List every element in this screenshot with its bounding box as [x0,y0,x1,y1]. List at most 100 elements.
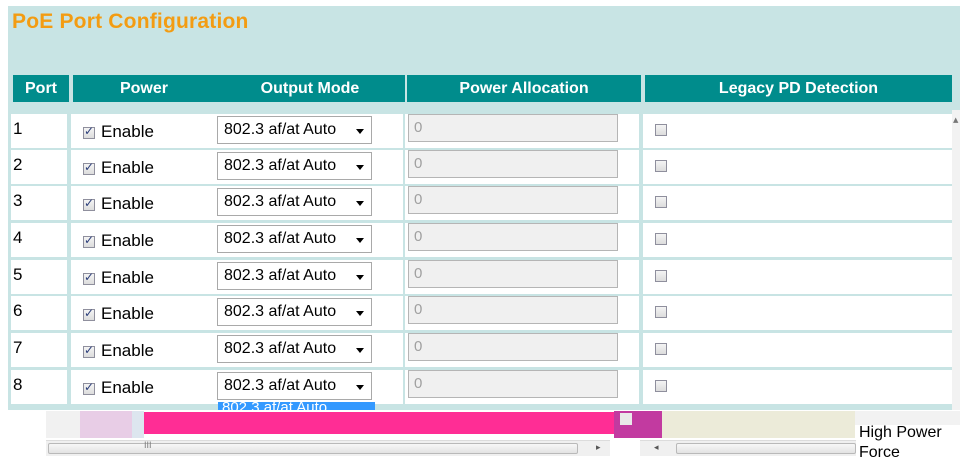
power-enable-checkbox[interactable] [83,124,95,139]
power-cell: Enable [71,114,213,148]
power-allocation-value: 0 [414,228,423,245]
output-mode-value: 802.3 af/at Auto [224,340,337,357]
port-number: 7 [13,338,23,357]
output-mode-value: 802.3 af/at Auto [224,121,337,138]
poe-config-panel: PoE Port Configuration Port Power Output… [8,6,960,410]
legacy-pd-detection-checkbox[interactable] [655,124,667,136]
output-mode-select[interactable]: 802.3 af/at Auto [217,116,372,144]
power-allocation-cell: 0 [405,296,639,330]
page: PoE Port Configuration Port Power Output… [0,0,960,467]
output-mode-select[interactable]: 802.3 af/at Auto [217,262,372,290]
power-enable-checkbox[interactable] [83,343,95,358]
table-row: 6 Enable 802.3 af/at Auto 0 [8,296,952,330]
port-number: 3 [13,191,23,210]
chevron-down-icon [356,238,364,243]
power-allocation-input[interactable]: 0 [408,150,618,178]
output-mode-select[interactable]: 802.3 af/at Auto [217,298,372,326]
power-allocation-value: 0 [414,119,423,136]
power-cell: Enable [71,150,213,184]
chevron-down-icon [356,385,364,390]
legacy-pd-detection-checkbox[interactable] [655,306,667,318]
power-enable-checkbox[interactable] [83,196,95,211]
power-allocation-cell: 0 [405,150,639,184]
legacy-pd-detection-checkbox[interactable] [655,233,667,245]
chevron-down-icon [356,165,364,170]
power-enable-label: Enable [101,304,154,323]
chevron-down-icon [356,311,364,316]
port-number: 8 [13,375,23,394]
power-enable-label: Enable [101,231,154,250]
output-mode-value: 802.3 af/at Auto [224,377,337,394]
vertical-scrollbar[interactable]: ▲ [952,110,960,410]
output-mode-cell: 802.3 af/at Auto [213,150,403,184]
power-allocation-cell: 0 [405,223,639,257]
power-allocation-cell: 0 [405,260,639,294]
power-enable-label: Enable [101,341,154,360]
power-allocation-input[interactable]: 0 [408,296,618,324]
output-mode-cell: 802.3 af/at Auto [213,223,403,257]
scroll-left-arrow-icon[interactable]: ◂ [654,443,659,453]
power-allocation-input[interactable]: 0 [408,370,618,398]
horizontal-scrollbar-right[interactable]: ◂ [640,440,856,456]
output-mode-select[interactable]: 802.3 af/at Auto [217,225,372,253]
output-mode-select[interactable]: 802.3 af/at Auto [217,335,372,363]
power-allocation-cell: 0 [405,114,639,148]
legacy-pd-detection-checkbox[interactable] [655,196,667,208]
power-enable-checkbox[interactable] [83,233,95,248]
header-output-mode: Output Mode [215,75,405,102]
legacy-pd-detection-checkbox[interactable] [655,160,667,172]
power-allocation-input[interactable]: 0 [408,223,618,251]
power-enable-label: Enable [101,194,154,213]
legacy-pd-cell [643,186,952,220]
power-enable-checkbox[interactable] [83,380,95,395]
power-allocation-input[interactable]: 0 [408,333,618,361]
output-mode-cell: 802.3 af/at Auto [213,333,403,367]
legacy-pd-cell [643,223,952,257]
frame-fragment [46,411,80,438]
legacy-pd-detection-checkbox[interactable] [655,380,667,392]
port-number: 2 [13,155,23,174]
scrollbar-thumb[interactable] [676,443,856,454]
power-allocation-input[interactable]: 0 [408,260,618,288]
legacy-pd-detection-checkbox[interactable] [655,270,667,282]
table-row: 1 Enable 802.3 af/at Auto 0 [8,114,952,148]
power-allocation-input[interactable]: 0 [408,114,618,142]
frame-fragment [80,411,132,438]
power-enable-checkbox[interactable] [83,160,95,175]
output-mode-select[interactable]: 802.3 af/at Auto [217,152,372,180]
port-number: 1 [13,119,23,138]
power-cell: Enable [71,186,213,220]
power-enable-checkbox[interactable] [83,270,95,285]
header-power: Power [73,75,215,102]
chevron-down-icon [356,129,364,134]
frame-fragment [662,411,855,438]
chevron-down-icon [356,275,364,280]
power-enable-checkbox[interactable] [83,306,95,321]
power-allocation-value: 0 [414,265,423,282]
output-mode-select[interactable]: 802.3 af/at Auto [217,188,372,216]
table-row: 5 Enable 802.3 af/at Auto 0 [8,260,952,294]
scrollbar-thumb[interactable]: III [48,440,578,454]
power-cell: Enable [71,223,213,257]
scroll-up-arrow-icon[interactable]: ▲ [953,116,958,124]
frame-fragment [132,411,144,438]
output-mode-select[interactable]: 802.3 af/at Auto [217,372,372,400]
output-mode-value: 802.3 af/at Auto [224,267,337,284]
power-allocation-cell: 0 [405,186,639,220]
power-cell: Enable [71,260,213,294]
force-label: Force [859,444,900,461]
port-cell: 8 [11,370,67,404]
table-row: 8 Enable 802.3 af/at Auto 0 [8,370,952,404]
power-allocation-value: 0 [414,375,423,392]
resize-grip-icon[interactable] [620,413,632,425]
horizontal-scrollbar-left[interactable]: III ▸ [46,440,610,456]
output-mode-cell: 802.3 af/at Auto [213,186,403,220]
legacy-pd-detection-checkbox[interactable] [655,343,667,355]
output-mode-value: 802.3 af/at Auto [224,193,337,210]
power-allocation-input[interactable]: 0 [408,186,618,214]
output-mode-value: 802.3 af/at Auto [224,303,337,320]
scroll-right-arrow-icon[interactable]: ▸ [596,443,601,453]
port-cell: 4 [11,223,67,257]
power-allocation-value: 0 [414,155,423,172]
legacy-pd-cell [643,333,952,367]
